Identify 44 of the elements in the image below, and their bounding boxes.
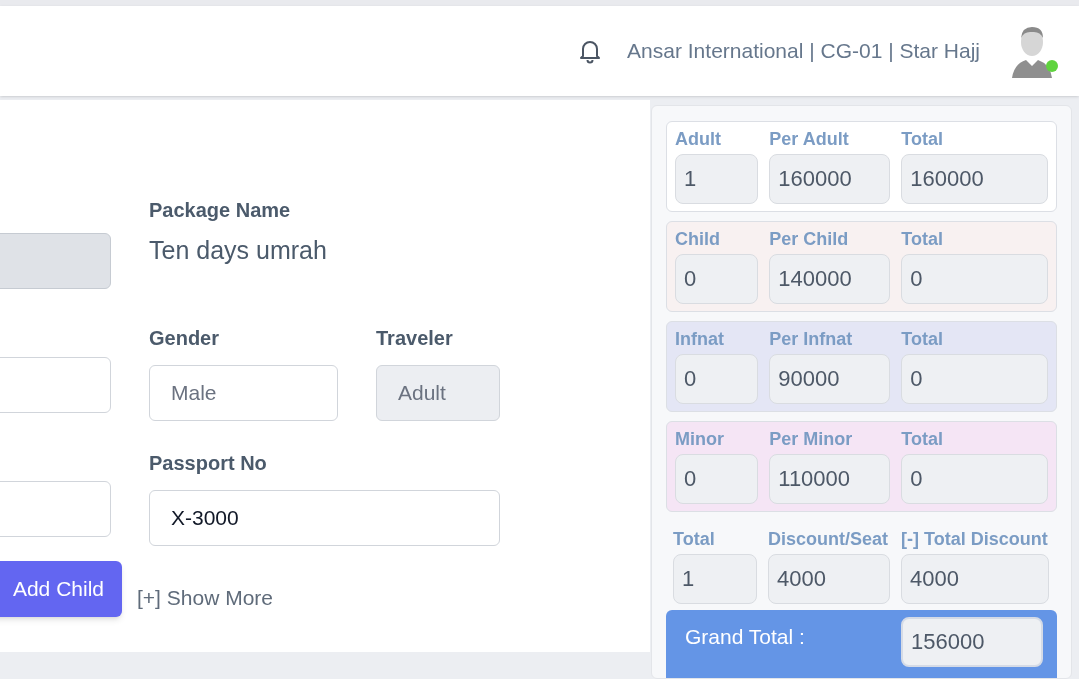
field-label: Per Adult xyxy=(769,128,850,151)
field-label: Total xyxy=(673,528,716,551)
gender-field[interactable]: Male xyxy=(149,365,338,421)
field-label: Infnat xyxy=(675,328,725,351)
input-field[interactable]: 140000 xyxy=(769,254,891,304)
input-field[interactable]: 160000 xyxy=(901,154,1048,204)
input-field[interactable]: 1 xyxy=(673,554,757,604)
input-field[interactable]: 0 xyxy=(675,454,759,504)
input-field[interactable]: 0 xyxy=(901,454,1048,504)
grand-total-label: Grand Total : xyxy=(685,624,805,650)
field-label: Adult xyxy=(675,128,722,151)
input-field[interactable]: 4000 xyxy=(901,554,1049,604)
account-title: Ansar International | CG-01 | Star Hajj xyxy=(627,38,980,65)
grand-total-field[interactable]: 156000 xyxy=(901,617,1043,667)
field-label: Per Infnat xyxy=(769,328,854,351)
field-label: Child xyxy=(675,228,721,251)
input-field[interactable]: 90000 xyxy=(769,354,891,404)
bell-icon[interactable] xyxy=(578,38,603,64)
field-label: Package Name xyxy=(149,198,292,223)
field-label: Total xyxy=(901,228,944,251)
field-label: Minor xyxy=(675,428,725,451)
field-label: Total xyxy=(901,428,944,451)
passport-field[interactable]: X-3000 xyxy=(149,490,500,546)
input-field[interactable]: 0 xyxy=(901,254,1048,304)
input-field[interactable]: 160000 xyxy=(769,154,891,204)
field-label: Total xyxy=(901,328,944,351)
field-label: Traveler xyxy=(376,326,454,351)
package-name: Ten days umrah xyxy=(149,235,328,266)
field-label: Gender xyxy=(149,326,221,351)
field-label: Passport No xyxy=(149,451,268,476)
input-field[interactable]: 0 xyxy=(901,354,1048,404)
input-field[interactable]: 1 xyxy=(675,154,759,204)
input-field[interactable]: 0 xyxy=(675,254,759,304)
add-child-button[interactable]: Add Child xyxy=(0,561,122,617)
input-field[interactable]: 110000 xyxy=(769,454,891,504)
field-label: Per Minor xyxy=(769,428,854,451)
input-field[interactable]: 4000 xyxy=(768,554,890,604)
show-more-link[interactable]: [+] Show More xyxy=(137,586,273,609)
field-label: Discount/Seat xyxy=(768,528,890,551)
field-label: Per Child xyxy=(769,228,850,251)
field-label: [-] Total Discount xyxy=(901,528,1049,551)
avatar-icon[interactable] xyxy=(1010,24,1054,78)
input-field[interactable]: 0 xyxy=(675,354,759,404)
field-label: Total xyxy=(901,128,944,151)
